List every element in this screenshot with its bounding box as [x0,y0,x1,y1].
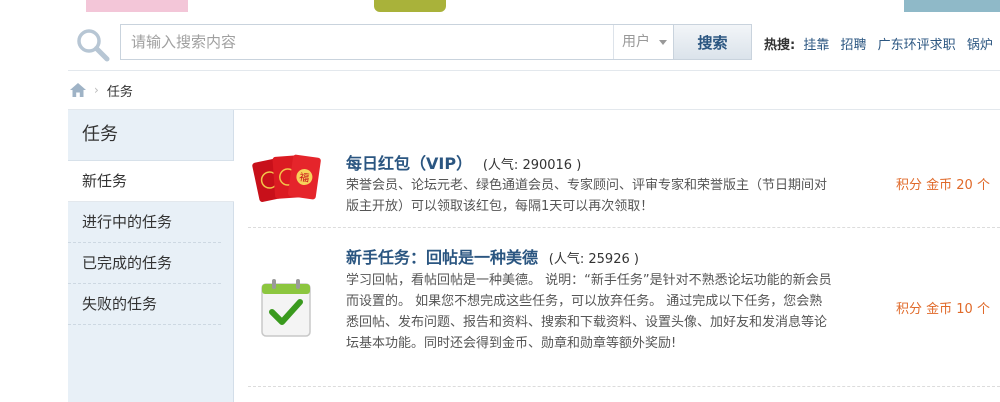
search-icon [77,29,110,62]
hot-search-link[interactable]: 挂靠 [803,38,829,53]
search-input[interactable] [121,25,613,59]
search-button[interactable]: 搜索 [673,25,751,59]
banner-image-right[interactable] [904,0,1000,12]
hot-search-link[interactable]: 招聘 [841,38,867,53]
sidebar-item-completed[interactable]: 已完成的任务 [68,243,221,284]
task-name-link[interactable]: 每日红包（VIP） [346,154,472,173]
sidebar-item-in-progress[interactable]: 进行中的任务 [68,202,221,243]
task-divider [248,227,1000,228]
top-banner [0,0,1000,18]
sidebar-title: 任务 [68,110,233,161]
sidebar-item-new-tasks[interactable]: 新任务 [68,161,234,202]
hot-search-link[interactable]: 广东环评求职 [878,38,956,53]
task-description: 学习回帖，看帖回帖是一种美德。 说明：“新手任务”是针对不熟悉论坛功能的新会员而… [346,273,832,351]
task-reward: 积分 金币 10 个 [896,302,990,317]
task-description: 荣誉会员、论坛元老、绿色通道会员、专家顾问、评审专家和荣誉版主（节日期间对版主开… [346,178,828,214]
task-item: 新手任务：回帖是一种美德 (人气: 25926 ) 学习回帖，看帖回帖是一种美德… [248,236,1000,386]
search-scope-select[interactable]: 用户 [613,25,673,59]
hot-search-link[interactable]: 锅炉 [967,38,993,53]
task-title: 每日红包（VIP） (人气: 290016 ) [346,150,581,174]
search-scope-value: 用户 [622,34,650,50]
banner-image-center[interactable] [374,0,446,12]
header-divider [68,70,1000,71]
hot-search-label: 热搜: [764,38,796,53]
chevron-down-icon [659,40,667,45]
banner-image-left[interactable] [86,0,188,12]
task-item: 福 每日红包（VIP） (人气: 290016 ) 荣誉会员、论坛元老、绿色通道… [248,140,1000,226]
red-envelope-icon: 福 [252,154,321,202]
task-divider [248,386,1000,387]
breadcrumb-separator-icon: › [94,83,99,97]
breadcrumb-current[interactable]: 任务 [107,81,133,100]
checklist-icon [261,279,311,337]
task-name-link[interactable]: 新手任务：回帖是一种美德 [346,248,538,267]
task-popularity: (人气: 290016 ) [482,158,582,173]
sidebar-item-failed[interactable]: 失败的任务 [68,284,221,325]
sidebar: 任务 新任务 进行中的任务 已完成的任务 失败的任务 [68,110,234,402]
task-title: 新手任务：回帖是一种美德 (人气: 25926 ) [346,244,639,268]
task-reward: 积分 金币 20 个 [896,178,990,193]
search-box: 用户 搜索 [120,24,752,60]
task-popularity: (人气: 25926 ) [548,252,639,267]
home-icon[interactable] [70,83,86,97]
breadcrumb: › 任务 [70,80,133,100]
hot-search: 热搜: 挂靠 招聘 广东环评求职 锅炉 [764,34,1000,53]
